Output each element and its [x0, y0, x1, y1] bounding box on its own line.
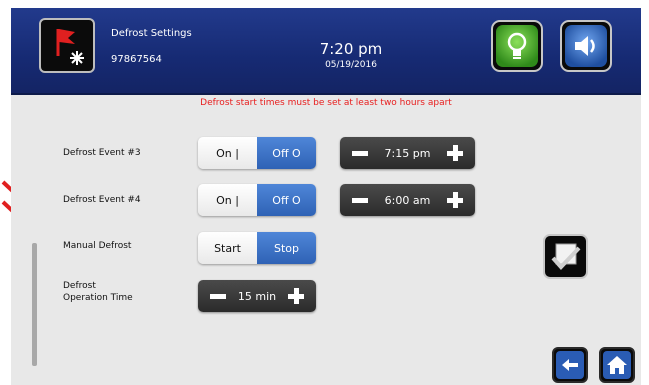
clock-date: 05/19/2016 — [325, 60, 377, 70]
light-button[interactable] — [491, 20, 543, 72]
decrease-icon[interactable] — [210, 293, 226, 299]
defrost-event-3-on-button[interactable]: On | — [198, 137, 257, 169]
increase-icon[interactable] — [447, 145, 463, 161]
defrost-settings-screen: Defrost Settings 97867564 7:20 pm 05/19/… — [11, 8, 641, 385]
defrost-event-4-on-button[interactable]: On | — [198, 184, 257, 216]
manual-defrost-stop-button[interactable]: Stop — [257, 232, 316, 264]
defrost-event-4-time: 6:00 am — [384, 193, 431, 207]
defrost-event-3-label: Defrost Event #3 — [63, 148, 141, 158]
defrost-event-4-time-stepper: 6:00 am — [340, 184, 475, 216]
page-title: Defrost Settings — [111, 28, 192, 39]
defrost-event-4-label: Defrost Event #4 — [63, 195, 141, 205]
lightbulb-icon — [496, 25, 538, 67]
back-arrow-icon — [556, 351, 584, 379]
operation-time-label: Defrost Operation Time — [63, 281, 133, 303]
checkmark-icon — [551, 243, 581, 270]
home-button[interactable] — [599, 347, 635, 383]
unit-id: 97867564 — [111, 54, 162, 65]
manual-defrost-start-button[interactable]: Start — [198, 232, 257, 264]
confirm-button[interactable] — [543, 234, 588, 279]
defrost-warning: Defrost start times must be set at least… — [200, 98, 452, 108]
defrost-event-3-toggle: On | Off O — [198, 137, 316, 169]
operation-time-value: 15 min — [237, 289, 277, 303]
increase-icon[interactable] — [447, 192, 463, 208]
speaker-icon — [565, 25, 607, 67]
home-icon — [603, 351, 631, 379]
manual-defrost-toggle: Start Stop — [198, 232, 316, 264]
defrost-event-3-off-button[interactable]: Off O — [257, 137, 316, 169]
defrost-event-3-time-stepper: 7:15 pm — [340, 137, 475, 169]
operation-time-stepper: 15 min — [198, 280, 316, 312]
increase-icon[interactable] — [288, 288, 304, 304]
header-bar: Defrost Settings 97867564 7:20 pm 05/19/… — [11, 8, 641, 95]
decrease-icon[interactable] — [352, 150, 368, 156]
defrost-event-4-off-button[interactable]: Off O — [257, 184, 316, 216]
defrost-flag-icon[interactable] — [39, 18, 95, 73]
defrost-event-3-time: 7:15 pm — [384, 146, 431, 160]
defrost-event-4-toggle: On | Off O — [198, 184, 316, 216]
back-button[interactable] — [552, 347, 588, 383]
decrease-icon[interactable] — [352, 197, 368, 203]
sound-button[interactable] — [560, 20, 612, 72]
scrollbar[interactable] — [32, 243, 37, 366]
clock-time: 7:20 pm — [319, 40, 383, 58]
manual-defrost-label: Manual Defrost — [63, 241, 132, 251]
